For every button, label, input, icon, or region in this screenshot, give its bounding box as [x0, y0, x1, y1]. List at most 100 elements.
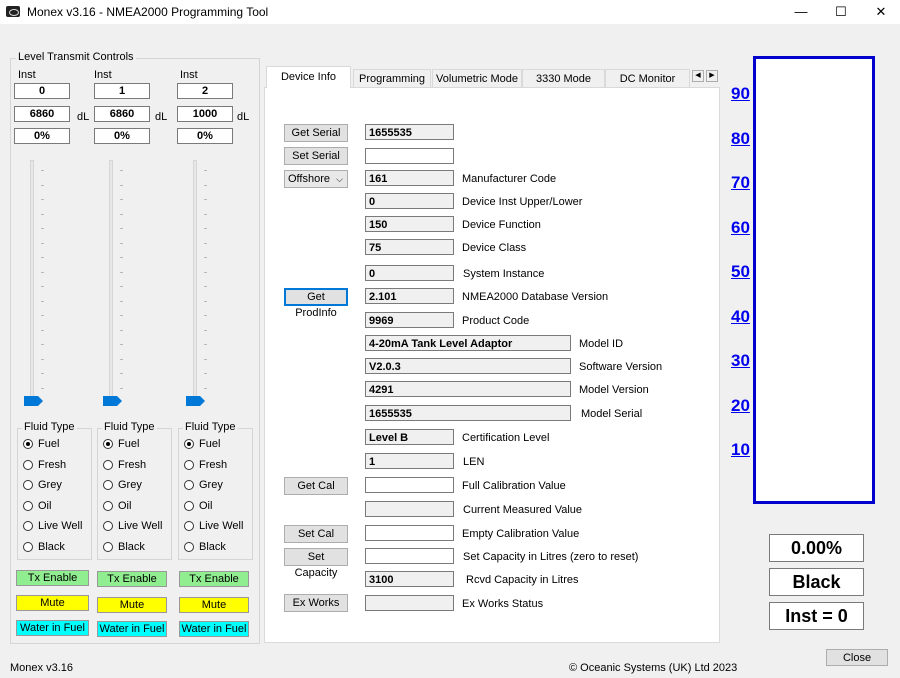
- water-in-fuel-button[interactable]: Water in Fuel: [16, 620, 89, 636]
- device-function-field: 150: [365, 216, 454, 232]
- slider-tick: [204, 344, 207, 345]
- slider-tick: [204, 228, 207, 229]
- level-slider-thumb[interactable]: [24, 396, 43, 406]
- mute-button[interactable]: Mute: [179, 597, 249, 613]
- full-cal-input[interactable]: [365, 477, 454, 493]
- ex-works-label: Ex Works Status: [462, 598, 544, 610]
- mode-select-value: Offshore: [288, 173, 330, 185]
- model-id-field: 4-20mA Tank Level Adaptor: [365, 335, 571, 351]
- fluid-radio[interactable]: [103, 439, 113, 449]
- fluid-type-title: Fluid Type: [183, 421, 238, 433]
- fluid-radio[interactable]: [23, 521, 33, 531]
- get-prodinfo-button[interactable]: Get ProdInfo: [284, 288, 348, 319]
- level-value-field[interactable]: 6860: [94, 106, 150, 122]
- gauge-scale-label: 20: [731, 395, 750, 415]
- mute-button[interactable]: Mute: [97, 597, 167, 613]
- inst-field[interactable]: 1: [94, 83, 150, 99]
- tab-programming[interactable]: Programming: [353, 69, 431, 87]
- slider-tick: [41, 257, 44, 258]
- level-slider-track[interactable]: [30, 160, 34, 400]
- gauge-scale-label: 30: [731, 351, 750, 370]
- empty-cal-input[interactable]: [365, 525, 454, 541]
- fluid-radio[interactable]: [103, 460, 113, 470]
- tab-volumetric-mode[interactable]: Volumetric Mode: [432, 69, 522, 87]
- slider-tick: [120, 257, 123, 258]
- gauge-scale-label: 70: [731, 173, 750, 192]
- slider-tick: [41, 228, 44, 229]
- get-serial-button[interactable]: Get Serial: [284, 124, 348, 142]
- fluid-radio[interactable]: [184, 542, 194, 552]
- fluid-radio-label: Fuel: [118, 438, 140, 450]
- slider-tick: [41, 271, 44, 273]
- set-capacity-button[interactable]: Set Capacity: [284, 548, 348, 579]
- slider-tick: [41, 373, 44, 374]
- water-in-fuel-button[interactable]: Water in Fuel: [97, 621, 167, 637]
- slider-tick: [204, 213, 207, 215]
- fluid-radio-label: Black: [38, 541, 65, 553]
- fluid-radio-label: Fresh: [38, 459, 67, 471]
- inst-field[interactable]: 0: [14, 83, 70, 99]
- gauge-scale-label: 40: [731, 306, 750, 326]
- tab-dc-monitor[interactable]: DC Monitor: [605, 69, 690, 87]
- level-slider-track[interactable]: [109, 160, 113, 400]
- slider-tick: [204, 315, 207, 316]
- fluid-radio[interactable]: [23, 501, 33, 511]
- tab-device-info[interactable]: Device Info: [266, 66, 351, 88]
- fluid-radio-label: Grey: [38, 479, 62, 491]
- tab-3330-mode[interactable]: 3330 Mode: [522, 69, 605, 87]
- tx-enable-button[interactable]: Tx Enable: [179, 571, 249, 587]
- set-cal-button[interactable]: Set Cal: [284, 525, 348, 543]
- fluid-radio[interactable]: [23, 439, 33, 449]
- slider-tick: [41, 344, 44, 345]
- slider-tick: [120, 213, 123, 215]
- fluid-radio-label: Black: [118, 541, 145, 553]
- close-window-button[interactable]: ✕: [858, 0, 900, 24]
- current-measured-label: Current Measured Value: [463, 504, 583, 516]
- fluid-radio[interactable]: [103, 480, 113, 490]
- slider-tick: [41, 213, 44, 215]
- level-value-field[interactable]: 6860: [14, 106, 70, 122]
- level-slider-thumb[interactable]: [103, 396, 122, 406]
- level-slider-track[interactable]: [193, 160, 197, 400]
- rcvd-capacity-field: 3100: [365, 571, 454, 587]
- tx-enable-button[interactable]: Tx Enable: [16, 570, 89, 586]
- fluid-radio[interactable]: [23, 460, 33, 470]
- level-slider-thumb[interactable]: [186, 396, 205, 406]
- gauge-inst: Inst = 0: [769, 602, 864, 630]
- tab-scroll-right-icon[interactable]: ▶: [706, 70, 718, 82]
- slider-tick: [41, 358, 44, 360]
- fluid-radio[interactable]: [184, 521, 194, 531]
- fluid-radio[interactable]: [23, 480, 33, 490]
- set-serial-button[interactable]: Set Serial: [284, 147, 348, 165]
- set-serial-input[interactable]: [365, 148, 454, 164]
- slider-tick: [120, 373, 123, 374]
- status-version: Monex v3.16: [10, 662, 73, 674]
- slider-tick: [41, 242, 44, 244]
- close-button[interactable]: Close: [826, 649, 888, 666]
- mode-select[interactable]: Offshore ⌵: [284, 170, 348, 188]
- level-value-field[interactable]: 1000: [177, 106, 233, 122]
- fluid-radio[interactable]: [184, 439, 194, 449]
- ex-works-button[interactable]: Ex Works: [284, 594, 348, 612]
- fluid-radio-label: Live Well: [118, 520, 163, 532]
- fluid-radio-label: Fresh: [199, 459, 228, 471]
- fluid-radio[interactable]: [184, 501, 194, 511]
- fluid-radio[interactable]: [103, 521, 113, 531]
- slider-tick: [41, 315, 44, 316]
- slider-tick: [204, 387, 207, 389]
- mute-button[interactable]: Mute: [16, 595, 89, 611]
- get-cal-button[interactable]: Get Cal: [284, 477, 348, 495]
- slider-tick: [41, 286, 44, 287]
- fluid-radio[interactable]: [23, 542, 33, 552]
- tab-scroll-left-icon[interactable]: ◀: [692, 70, 704, 82]
- fluid-radio[interactable]: [103, 542, 113, 552]
- fluid-radio-label: Oil: [38, 500, 52, 512]
- fluid-radio[interactable]: [184, 460, 194, 470]
- inst-field[interactable]: 2: [177, 83, 233, 99]
- tx-enable-button[interactable]: Tx Enable: [97, 571, 167, 587]
- fluid-radio[interactable]: [184, 480, 194, 490]
- fluid-radio[interactable]: [103, 501, 113, 511]
- set-capacity-input[interactable]: [365, 548, 454, 564]
- product-code-field: 9969: [365, 312, 454, 328]
- water-in-fuel-button[interactable]: Water in Fuel: [179, 621, 249, 637]
